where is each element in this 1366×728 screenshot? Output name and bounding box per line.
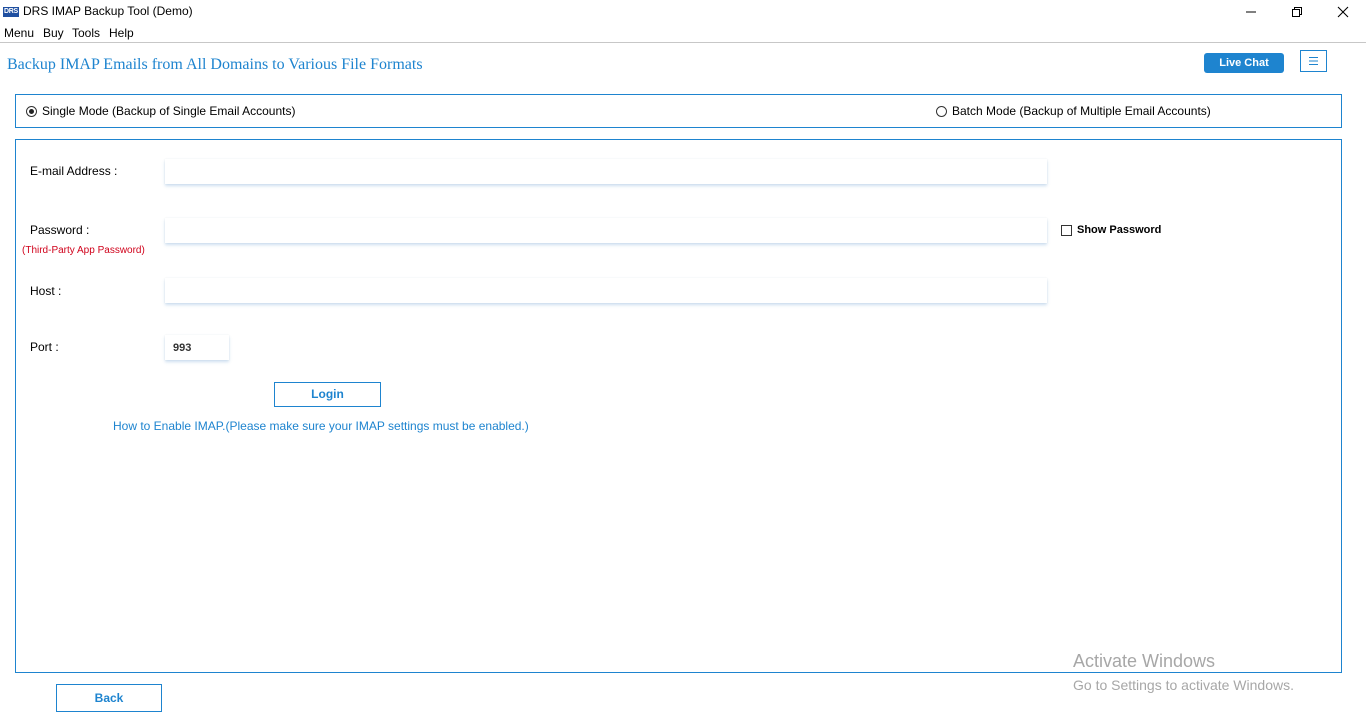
password-label: Password :: [30, 223, 90, 237]
menu-item-buy[interactable]: Buy: [43, 26, 64, 40]
show-password-label: Show Password: [1077, 224, 1162, 236]
close-icon: [1337, 6, 1349, 18]
close-button[interactable]: [1320, 0, 1366, 24]
radio-unselected-icon: [936, 105, 947, 117]
mode-panel: Single Mode (Backup of Single Email Acco…: [15, 94, 1342, 128]
activate-windows-watermark-title: Activate Windows: [1073, 651, 1216, 671]
app-logo: DRS: [3, 7, 19, 17]
login-button[interactable]: Login: [274, 382, 381, 407]
minimize-button[interactable]: [1228, 0, 1274, 24]
window-title: DRS IMAP Backup Tool (Demo): [23, 4, 193, 18]
activate-windows-watermark-subtitle: Go to Settings to activate Windows.: [1073, 677, 1294, 693]
login-form-panel: E-mail Address : Password : (Third-Party…: [15, 139, 1342, 673]
enable-imap-help-link[interactable]: How to Enable IMAP.(Please make sure you…: [113, 419, 529, 433]
password-field[interactable]: [165, 218, 1047, 243]
batch-mode-label: Batch Mode (Backup of Multiple Email Acc…: [952, 104, 1211, 118]
page-title: Backup IMAP Emails from All Domains to V…: [7, 56, 423, 73]
hamburger-menu-button[interactable]: [1300, 50, 1327, 72]
batch-mode-radio[interactable]: Batch Mode (Backup of Multiple Email Acc…: [936, 104, 1211, 118]
password-hint: (Third-Party App Password): [22, 245, 145, 256]
email-label: E-mail Address :: [30, 164, 118, 178]
menu-item-tools[interactable]: Tools: [72, 26, 100, 40]
menu-item-menu[interactable]: Menu: [4, 26, 34, 40]
back-button[interactable]: Back: [56, 684, 162, 712]
minimize-icon: [1246, 11, 1256, 13]
email-field[interactable]: [165, 159, 1047, 184]
restore-icon: [1292, 7, 1302, 17]
host-label: Host :: [30, 284, 62, 298]
checkbox-icon: [1061, 224, 1072, 236]
title-bar: DRS DRS IMAP Backup Tool (Demo): [0, 0, 1366, 24]
menu-bar: Menu Buy Tools Help: [0, 24, 1366, 43]
live-chat-button[interactable]: Live Chat: [1204, 53, 1284, 73]
menu-item-help[interactable]: Help: [109, 26, 134, 40]
single-mode-radio[interactable]: Single Mode (Backup of Single Email Acco…: [26, 104, 295, 118]
port-label: Port :: [30, 340, 59, 354]
show-password-checkbox[interactable]: Show Password: [1061, 224, 1161, 236]
radio-selected-icon: [26, 105, 37, 117]
port-field[interactable]: [165, 335, 229, 360]
single-mode-label: Single Mode (Backup of Single Email Acco…: [42, 104, 296, 118]
hamburger-icon: [1309, 57, 1318, 65]
host-field[interactable]: [165, 278, 1047, 303]
restore-button[interactable]: [1274, 0, 1320, 24]
